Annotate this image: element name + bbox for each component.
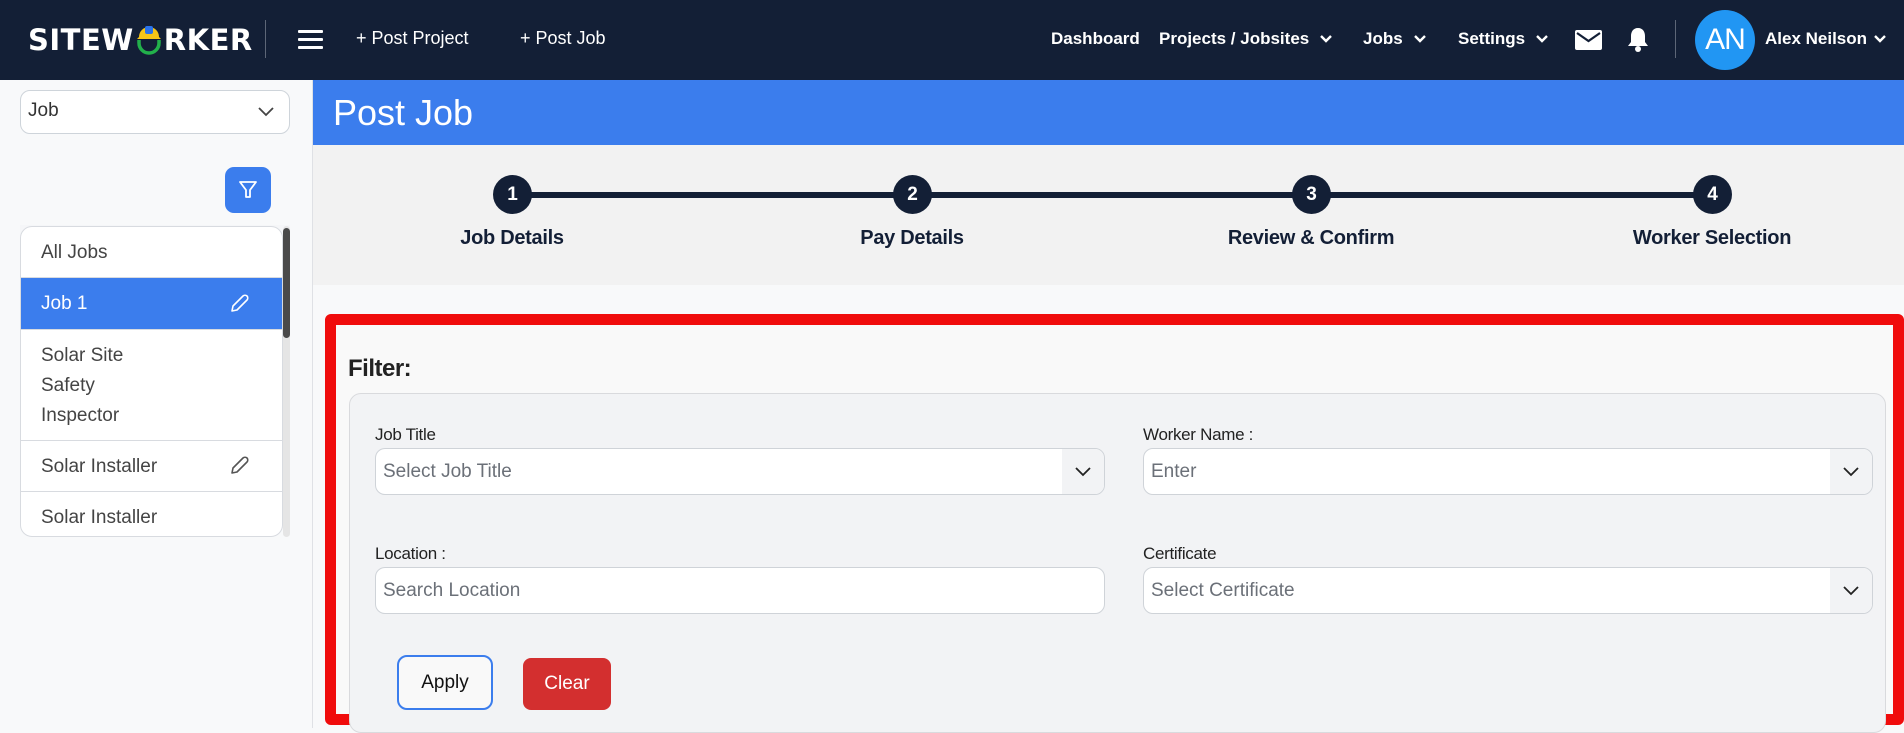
chevron-down-icon[interactable] — [1062, 449, 1104, 494]
job-item-label: All Jobs — [41, 242, 108, 263]
top-navbar: SITEW RKER + Post Project + Post Job Das… — [0, 0, 1904, 80]
location-search-input[interactable]: Search Location — [375, 567, 1105, 614]
worker-filter-panel: Filter: Job Title Select Job Title Worke… — [325, 314, 1904, 733]
nav-projects-jobsites[interactable]: Projects / Jobsites — [1159, 29, 1333, 49]
job-title-select[interactable]: Select Job Title — [375, 448, 1105, 495]
nav-divider — [1675, 20, 1676, 58]
step-1-label: Job Details — [460, 227, 564, 249]
job-item-label: Solar Installer — [41, 507, 158, 528]
stepper-connector-line — [512, 192, 1712, 198]
job-list-item-active[interactable]: Job 1 — [21, 278, 282, 330]
filter-jobs-button[interactable] — [225, 167, 271, 213]
nav-projects-label: Projects / Jobsites — [1159, 29, 1310, 48]
user-avatar[interactable]: AN — [1695, 10, 1755, 70]
step-4-circle[interactable]: 4 — [1693, 175, 1732, 214]
post-project-link[interactable]: + Post Project — [356, 28, 469, 49]
nav-divider — [265, 20, 266, 58]
step-4-label: Worker Selection — [1632, 227, 1792, 249]
chevron-down-icon — [258, 107, 274, 117]
entity-type-value: Job — [28, 100, 59, 121]
logo-text-prefix: SITEW — [28, 23, 134, 57]
envelope-icon[interactable] — [1575, 30, 1602, 55]
user-menu[interactable]: Alex Neilson — [1765, 29, 1887, 49]
scrollbar-thumb[interactable] — [283, 228, 290, 338]
nav-jobs-label: Jobs — [1363, 29, 1403, 48]
pencil-edit-icon[interactable] — [228, 293, 250, 315]
chevron-down-icon — [1536, 35, 1548, 43]
sitework-logo[interactable]: SITEW RKER — [28, 22, 253, 58]
sidebar: Job Jobs All Jobs Job 1 Solar Site Safet… — [0, 80, 313, 728]
step-2-circle[interactable]: 2 — [893, 175, 932, 214]
filter-fieldset: Job Title Select Job Title Worker Name :… — [349, 393, 1886, 733]
apply-filter-button[interactable]: Apply — [397, 655, 493, 710]
worker-name-placeholder: Enter — [1151, 461, 1197, 482]
nav-settings-label: Settings — [1458, 29, 1526, 48]
hamburger-menu-icon[interactable] — [298, 30, 323, 50]
job-item-label-line: Safety — [41, 375, 95, 396]
progress-stepper: 1 Job Details 2 Pay Details 3 Review & C… — [313, 145, 1904, 285]
certificate-label: Certificate — [1143, 544, 1217, 563]
clear-filter-button[interactable]: Clear — [523, 658, 611, 710]
job-item-label-line: Inspector — [41, 405, 120, 426]
step-1-circle[interactable]: 1 — [493, 175, 532, 214]
job-list: All Jobs Job 1 Solar Site Safety Inspect… — [20, 226, 283, 537]
step-2-label: Pay Details — [860, 227, 964, 249]
chevron-down-icon — [1874, 35, 1886, 43]
job-item-label: Solar Installer — [41, 456, 158, 477]
chevron-down-icon[interactable] — [1830, 449, 1872, 494]
location-label: Location : — [375, 544, 446, 563]
location-placeholder: Search Location — [383, 580, 521, 601]
user-name: Alex Neilson — [1765, 29, 1868, 48]
post-job-link[interactable]: + Post Job — [520, 28, 606, 49]
job-list-item[interactable]: Solar Site Safety Inspector — [21, 330, 282, 441]
job-item-label-line: Solar Site — [41, 345, 124, 366]
nav-settings[interactable]: Settings — [1458, 29, 1549, 49]
entity-type-select[interactable]: Job — [20, 90, 290, 134]
certificate-select[interactable]: Select Certificate — [1143, 567, 1873, 614]
job-list-item[interactable]: Solar Installer — [21, 441, 282, 492]
bell-icon[interactable] — [1627, 27, 1649, 58]
chevron-down-icon[interactable] — [1830, 568, 1872, 613]
job-item-label: Job 1 — [41, 293, 88, 314]
worker-name-combobox[interactable]: Enter — [1143, 448, 1873, 495]
job-list-item[interactable]: All Jobs — [21, 227, 282, 278]
logo-text-suffix: RKER — [163, 23, 253, 57]
pencil-edit-icon[interactable] — [228, 455, 250, 477]
nav-jobs[interactable]: Jobs — [1363, 29, 1427, 49]
certificate-placeholder: Select Certificate — [1151, 580, 1295, 601]
job-list-item[interactable]: Solar Installer — [21, 492, 282, 536]
nav-dashboard[interactable]: Dashboard — [1051, 29, 1140, 49]
chevron-down-icon — [1413, 35, 1426, 43]
hardhat-logo-icon — [135, 25, 163, 55]
filter-heading: Filter: — [348, 355, 412, 382]
funnel-icon — [239, 181, 257, 198]
job-list-scrollbar[interactable] — [283, 226, 290, 537]
job-title-placeholder: Select Job Title — [383, 461, 512, 482]
worker-name-label: Worker Name : — [1143, 425, 1254, 444]
step-3-label: Review & Confirm — [1227, 227, 1395, 249]
job-title-label: Job Title — [375, 425, 436, 444]
chevron-down-icon — [1320, 35, 1333, 43]
page-title-bar: Post Job — [313, 80, 1904, 145]
step-3-circle[interactable]: 3 — [1292, 175, 1331, 214]
nav-dashboard-label: Dashboard — [1051, 29, 1140, 48]
page-title: Post Job — [333, 91, 474, 133]
